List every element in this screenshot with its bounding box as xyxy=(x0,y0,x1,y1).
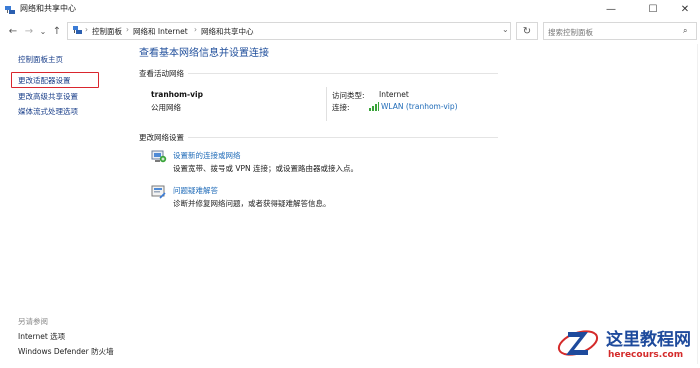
see-also-windows-defender-firewall[interactable]: Windows Defender 防火墙 xyxy=(18,346,114,357)
page-title: 查看基本网络信息并设置连接 xyxy=(139,48,269,59)
sidebar-item-advanced-sharing[interactable]: 更改高级共享设置 xyxy=(18,91,78,102)
address-dropdown-button[interactable]: ⌄ xyxy=(502,25,509,34)
window-edge xyxy=(697,44,698,364)
control-panel-icon xyxy=(73,26,82,34)
sidebar-item-control-panel-home[interactable]: 控制面板主页 xyxy=(18,54,63,65)
see-also-internet-options[interactable]: Internet 选项 xyxy=(18,331,65,342)
see-also-label: 另请参阅 xyxy=(18,317,48,326)
vertical-divider xyxy=(326,87,327,121)
sidebar-item-media-streaming[interactable]: 媒体流式处理选项 xyxy=(18,106,78,117)
setup-new-connection-description: 设置宽带、拨号或 VPN 连接；或设置路由器或接入点。 xyxy=(173,164,359,173)
setup-new-connection-link[interactable]: 设置新的连接或网络 xyxy=(173,150,241,161)
wlan-connection-link[interactable]: WLAN (tranhom-vip) xyxy=(381,102,458,111)
connections-label: 连接: xyxy=(332,103,350,112)
breadcrumb-separator: › xyxy=(194,25,197,34)
network-type[interactable]: 公用网络 xyxy=(151,102,181,113)
section-divider xyxy=(188,137,498,138)
minimize-button[interactable]: — xyxy=(598,0,624,18)
new-connection-icon xyxy=(151,150,167,163)
refresh-button[interactable]: ↻ xyxy=(516,22,538,40)
watermark-url: herecours.com xyxy=(608,350,684,360)
breadcrumb-separator: › xyxy=(85,25,88,34)
watermark-logo xyxy=(557,330,599,356)
title-bar xyxy=(0,0,700,20)
recent-locations-dropdown[interactable]: ⌄ xyxy=(36,24,50,38)
network-name: tranhom-vip xyxy=(151,90,203,99)
access-type-value: Internet xyxy=(379,90,409,99)
section-divider xyxy=(188,73,498,74)
breadcrumb-separator: › xyxy=(126,25,129,34)
search-icon[interactable]: ⌕ xyxy=(683,26,687,36)
breadcrumb-network-sharing-center[interactable]: 网络和共享中心 xyxy=(201,26,254,37)
close-button[interactable]: ✕ xyxy=(672,0,698,18)
back-button[interactable]: ← xyxy=(6,24,20,38)
forward-button[interactable]: → xyxy=(22,24,36,38)
breadcrumb-control-panel[interactable]: 控制面板 xyxy=(92,26,122,37)
wifi-signal-icon xyxy=(369,102,379,111)
watermark-title: 这里教程网 xyxy=(606,330,691,350)
sidebar-item-change-adapter-settings[interactable]: 更改适配器设置 xyxy=(18,75,71,86)
search-input[interactable]: 搜索控制面板 xyxy=(543,22,697,40)
troubleshoot-icon xyxy=(151,185,166,199)
active-networks-label: 查看活动网络 xyxy=(139,69,184,78)
breadcrumb-network-internet[interactable]: 网络和 Internet xyxy=(133,26,188,37)
troubleshoot-link[interactable]: 问题疑难解答 xyxy=(173,185,218,196)
maximize-button[interactable]: ☐ xyxy=(640,0,666,18)
window-title: 网络和共享中心 xyxy=(20,4,76,13)
up-button[interactable]: ↑ xyxy=(50,24,64,38)
access-type-label: 访问类型: xyxy=(332,91,365,100)
troubleshoot-description: 诊断并修复网络问题，或者获得疑难解答信息。 xyxy=(173,199,331,208)
network-center-app-icon xyxy=(5,6,15,14)
change-network-settings-label: 更改网络设置 xyxy=(139,133,184,142)
